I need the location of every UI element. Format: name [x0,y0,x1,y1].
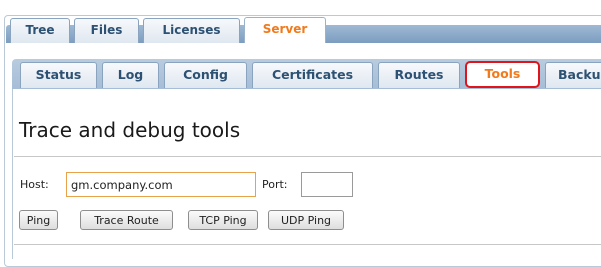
tab-tools[interactable]: Tools [465,61,540,88]
tab-files[interactable]: Files [74,18,139,43]
tcp-ping-button[interactable]: TCP Ping [188,210,258,230]
trace-route-button[interactable]: Trace Route [80,210,173,230]
host-input[interactable] [66,172,256,197]
udp-ping-button[interactable]: UDP Ping [268,210,344,230]
tab-backup[interactable]: Backu [545,62,601,88]
tab-status[interactable]: Status [20,62,97,88]
tab-licenses[interactable]: Licenses [143,18,240,43]
tab-certificates[interactable]: Certificates [252,62,373,88]
host-label: Host: [20,178,49,191]
page-title: Trace and debug tools [19,118,241,142]
tab-server[interactable]: Server [244,17,326,43]
bottom-divider [14,244,601,245]
port-label: Port: [262,178,288,191]
tab-config[interactable]: Config [164,62,247,88]
title-divider [14,156,601,157]
tab-tree[interactable]: Tree [10,18,70,43]
tab-routes[interactable]: Routes [378,62,460,88]
ping-button[interactable]: Ping [19,210,58,230]
port-input[interactable] [301,172,353,197]
tab-log[interactable]: Log [102,62,159,88]
